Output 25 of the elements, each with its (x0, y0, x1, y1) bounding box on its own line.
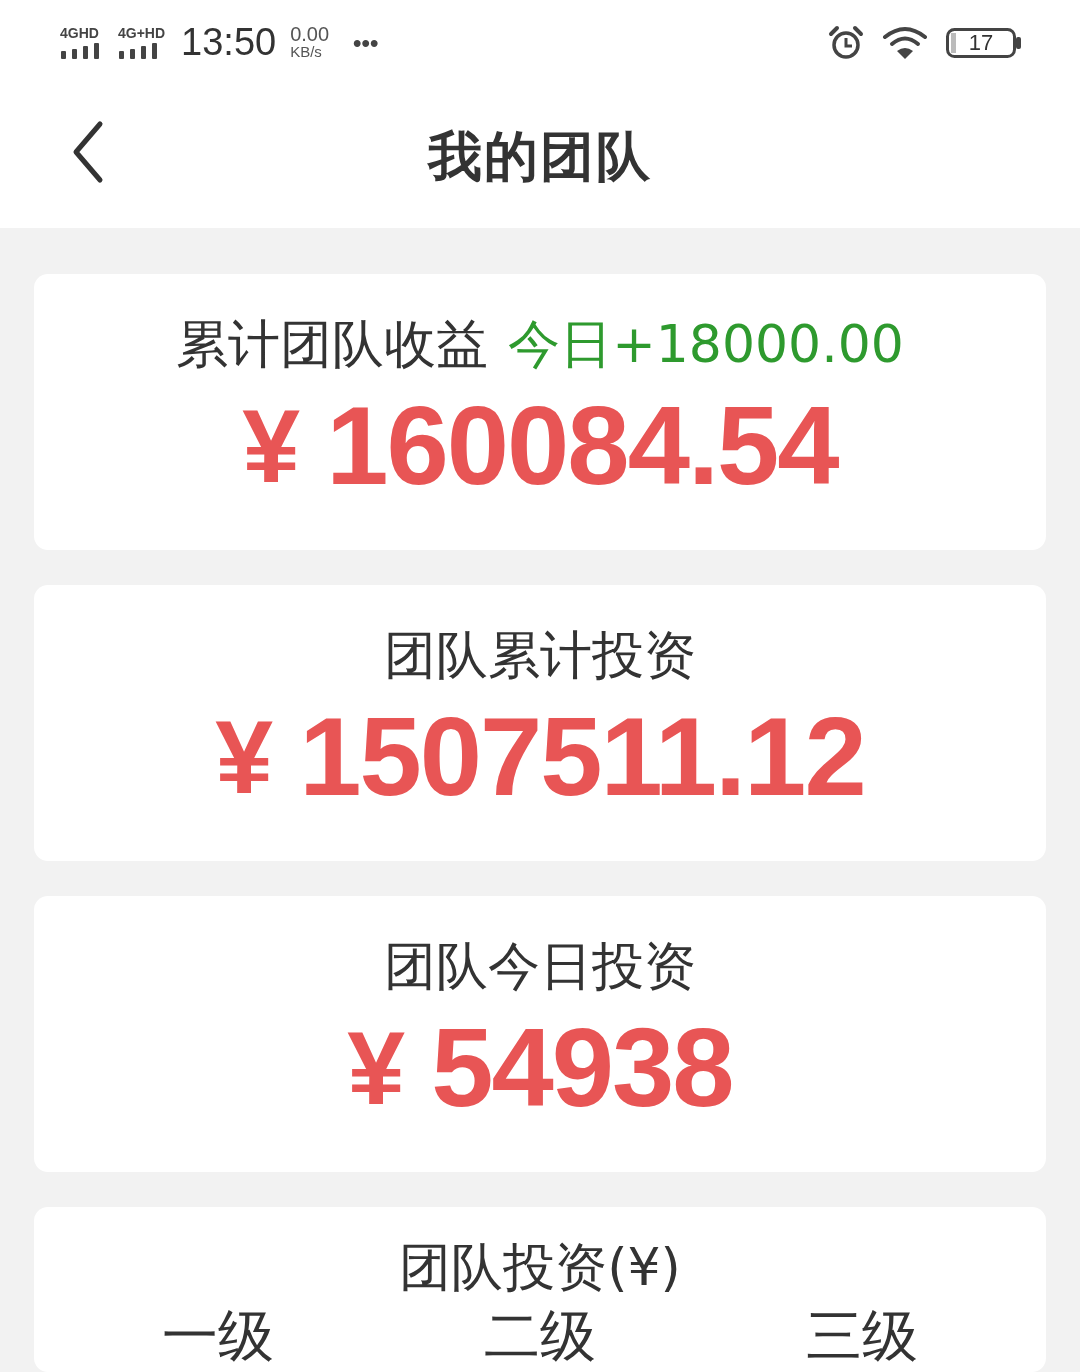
level-label: 三级 (806, 1303, 918, 1369)
level-label: 一级 (162, 1303, 274, 1369)
today-change: 今日+18000.00 (508, 313, 904, 376)
card-label: 累计团队收益 (176, 313, 489, 376)
amount-value: 160084.54 (326, 386, 838, 506)
card-label: 团队今日投资 (384, 935, 696, 998)
network-label: 4GHD (60, 25, 99, 40)
card-label: 团队累计投资 (384, 624, 696, 687)
level-label: 二级 (484, 1303, 596, 1369)
network-label: 4G+HD (118, 25, 166, 40)
clock: 13:50 (181, 20, 277, 65)
currency-symbol: ¥ (215, 698, 274, 817)
page-title: 我的团队 (428, 124, 652, 190)
battery-icon (946, 27, 1022, 58)
network-speed: 0.00 (290, 25, 330, 43)
battery-level: 17 (968, 31, 994, 54)
more-indicator: ••• (353, 27, 379, 58)
amount-value: 54938 (431, 1008, 733, 1128)
speed-unit: KB/s (290, 42, 322, 60)
section-title: 团队投资(¥) (399, 1236, 681, 1299)
wifi-icon (882, 25, 928, 60)
alarm-clock-icon (828, 24, 864, 61)
currency-symbol: ¥ (347, 1009, 406, 1128)
amount-value: 1507511.12 (299, 697, 865, 817)
currency-symbol: ¥ (242, 387, 301, 506)
